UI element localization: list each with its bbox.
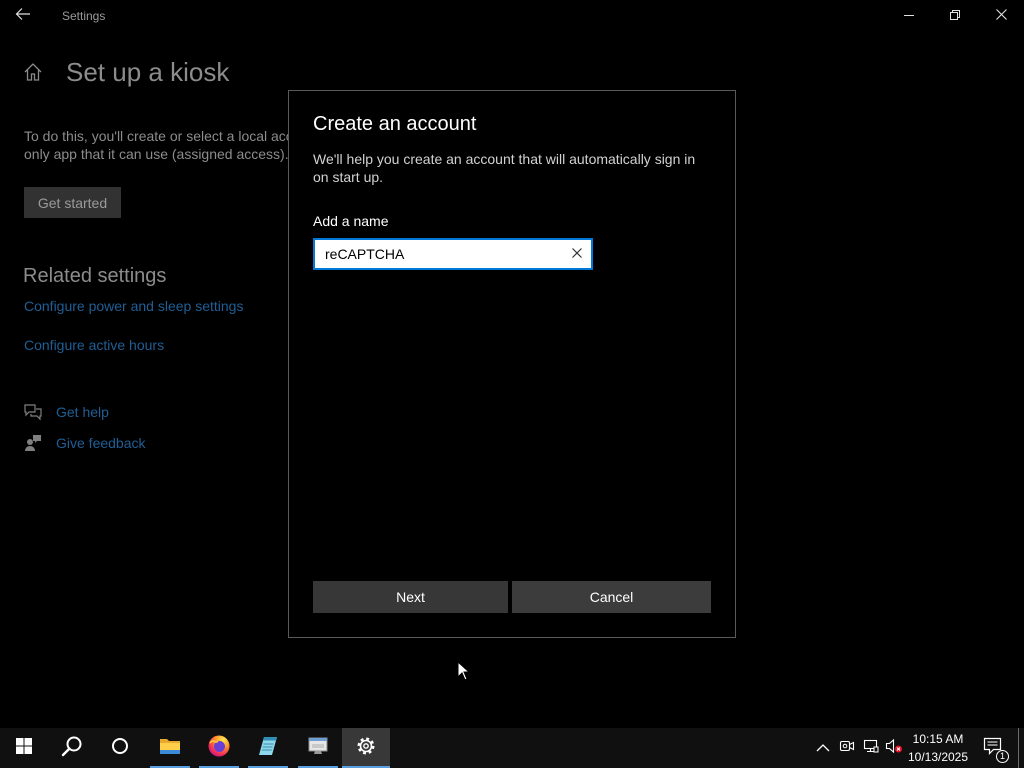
- related-settings-heading: Related settings: [23, 265, 167, 287]
- home-icon[interactable]: [23, 62, 43, 82]
- computer-app-icon: [306, 735, 330, 762]
- taskbar-computer-app[interactable]: [294, 728, 342, 768]
- active-hours-link[interactable]: Configure active hours: [24, 336, 164, 354]
- page-description-line-2: only app that it can use (assigned acces…: [24, 146, 289, 162]
- title-bar: Settings: [0, 0, 1024, 32]
- clear-icon: [572, 245, 582, 263]
- start-button[interactable]: [0, 728, 48, 768]
- get-help-link[interactable]: Get help: [56, 403, 109, 421]
- firefox-icon: [207, 734, 231, 763]
- create-account-dialog: Create an account We'll help you create …: [288, 90, 736, 638]
- show-desktop-button[interactable]: [1018, 728, 1024, 768]
- mouse-pointer-icon: [457, 660, 471, 681]
- taskbar-settings[interactable]: [342, 728, 390, 768]
- chevron-up-icon: [816, 739, 830, 757]
- taskbar-notepad[interactable]: [244, 728, 292, 768]
- back-arrow-icon: [15, 6, 31, 27]
- power-sleep-settings-link[interactable]: Configure power and sleep settings: [24, 297, 243, 315]
- minimize-icon: [904, 7, 914, 25]
- taskbar: 10:15 AM 10/13/2025 1: [0, 728, 1024, 768]
- taskbar-firefox[interactable]: [195, 728, 243, 768]
- cortana-icon: [111, 737, 129, 760]
- network-icon: [863, 738, 879, 759]
- volume-muted-icon: [885, 738, 903, 759]
- next-button[interactable]: Next: [313, 581, 508, 613]
- taskbar-clock[interactable]: 10:15 AM 10/13/2025: [904, 728, 972, 768]
- cortana-button[interactable]: [96, 728, 144, 768]
- close-icon: [995, 7, 1007, 25]
- notification-count-badge: 1: [996, 750, 1009, 763]
- taskbar-file-explorer[interactable]: [146, 728, 194, 768]
- settings-gear-icon: [356, 736, 376, 761]
- give-feedback-icon: [24, 434, 42, 452]
- window-title: Settings: [62, 9, 106, 23]
- name-field-label: Add a name: [313, 213, 389, 229]
- back-button[interactable]: [0, 0, 46, 32]
- dialog-description: We'll help you create an account that wi…: [313, 151, 696, 185]
- cancel-button[interactable]: Cancel: [512, 581, 711, 613]
- name-field-container: [313, 238, 593, 270]
- close-button[interactable]: [978, 0, 1024, 32]
- dialog-title: Create an account: [313, 113, 477, 135]
- restore-button[interactable]: [932, 0, 978, 32]
- meet-now-button[interactable]: [835, 728, 859, 768]
- action-center-button[interactable]: 1: [974, 728, 1012, 768]
- meet-now-icon: [839, 738, 855, 759]
- give-feedback-link[interactable]: Give feedback: [56, 434, 146, 452]
- notepad-icon: [257, 735, 279, 762]
- page-title: Set up a kiosk: [66, 57, 230, 87]
- clear-text-button[interactable]: [563, 240, 591, 268]
- file-explorer-icon: [159, 736, 181, 761]
- get-started-button[interactable]: Get started: [24, 187, 121, 218]
- get-help-icon: [24, 403, 42, 421]
- clock-date: 10/13/2025: [907, 750, 969, 764]
- show-hidden-icons-button[interactable]: [811, 728, 835, 768]
- volume-button[interactable]: [882, 728, 906, 768]
- name-input[interactable]: [313, 238, 593, 270]
- network-button[interactable]: [859, 728, 883, 768]
- search-button[interactable]: [48, 728, 96, 768]
- page-description-line-1: To do this, you'll create or select a lo…: [24, 128, 293, 144]
- minimize-button[interactable]: [886, 0, 932, 32]
- restore-icon: [950, 7, 960, 25]
- clock-time: 10:15 AM: [912, 732, 964, 746]
- windows-logo-icon: [16, 737, 32, 759]
- search-icon: [61, 735, 83, 762]
